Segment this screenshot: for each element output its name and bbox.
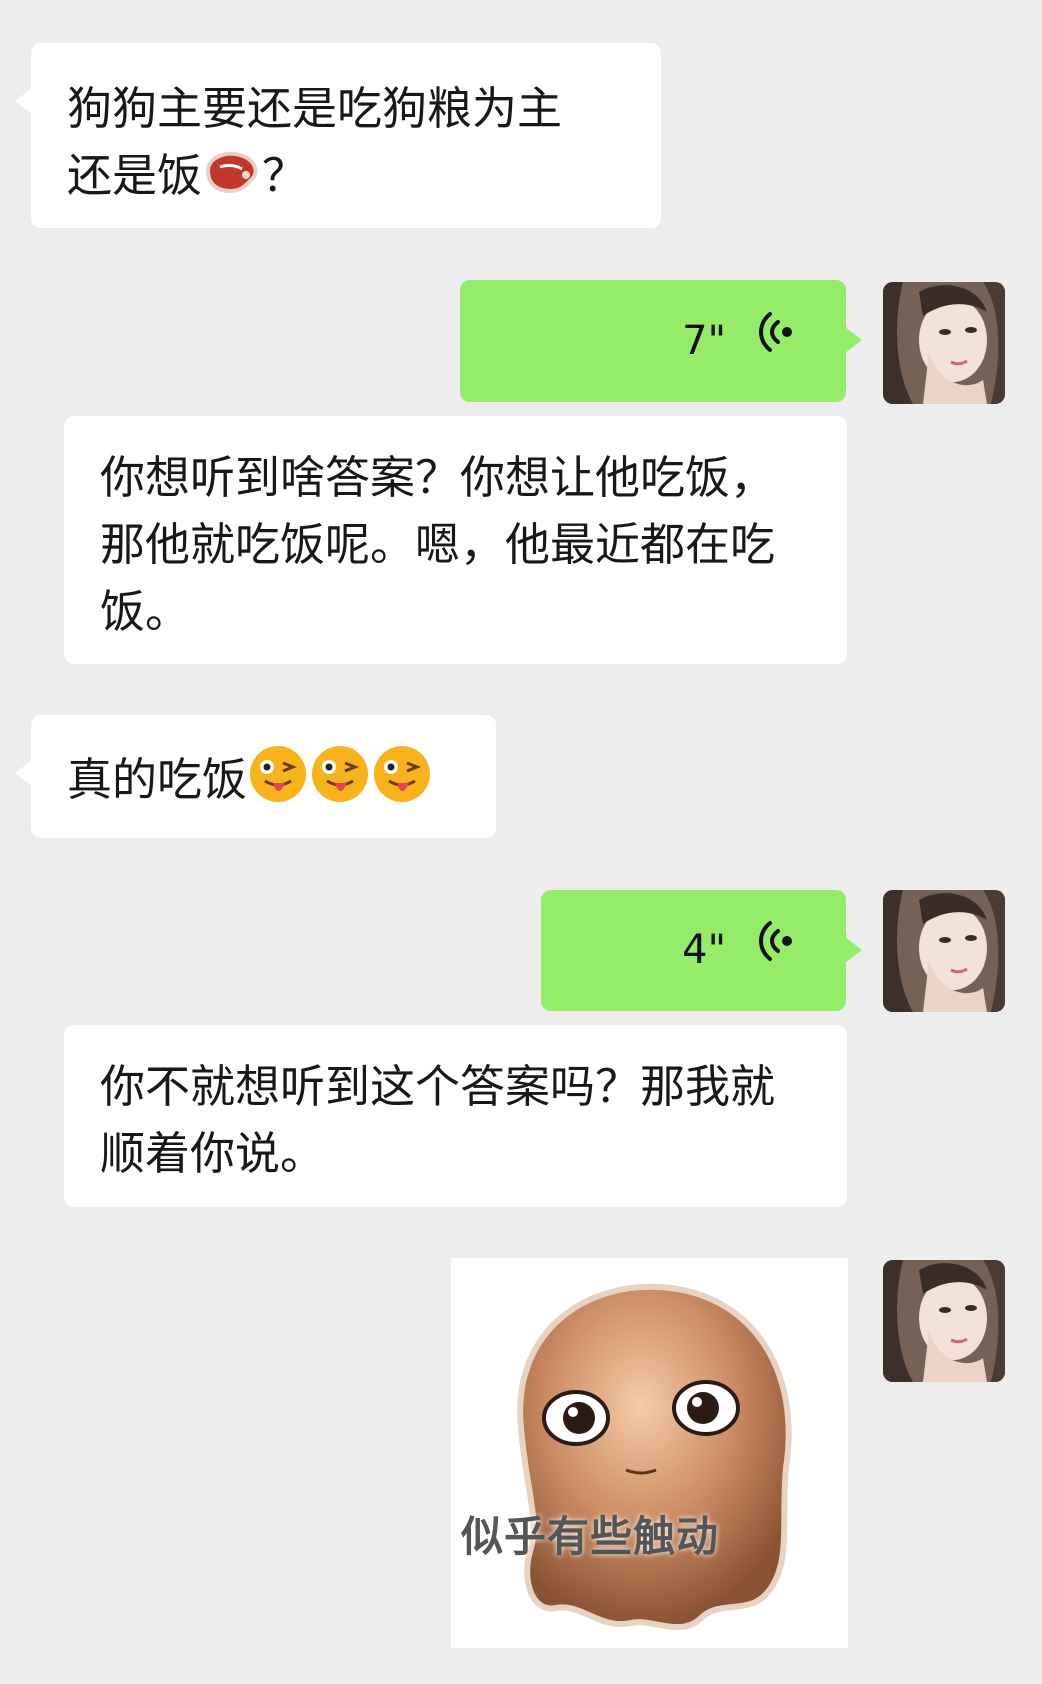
voice-duration: 4" bbox=[682, 927, 726, 973]
transcript-text: 你不就想听到这个答案吗？那我就顺着你说。 bbox=[100, 1060, 776, 1180]
message-text: ？ bbox=[262, 149, 308, 202]
winking-tongue-emoji-icon bbox=[247, 743, 433, 823]
voice-duration: 7" bbox=[682, 317, 726, 364]
transcript-text: 你想听到啥答案？你想让他吃饭，那他就吃饭呢。嗯，他最近都在吃饭。 bbox=[100, 451, 776, 638]
voice-message-bubble[interactable]: 7" bbox=[460, 280, 862, 402]
incoming-message-bubble[interactable]: 真的吃饭 bbox=[15, 715, 496, 838]
incoming-message-bubble[interactable]: 狗狗主要还是吃狗粮为主 还是饭 ？ bbox=[15, 43, 661, 228]
sticker-image[interactable]: 似乎有些触动 bbox=[451, 1258, 848, 1648]
steak-emoji-icon bbox=[202, 146, 262, 213]
voice-wave-icon bbox=[756, 917, 796, 984]
sticker-caption: 似乎有些触动 bbox=[461, 1512, 720, 1561]
message-text: 还是饭 bbox=[67, 149, 203, 202]
avatar[interactable] bbox=[883, 1260, 1005, 1382]
voice-message-bubble[interactable]: 4" bbox=[541, 890, 862, 1011]
avatar[interactable] bbox=[883, 282, 1005, 404]
message-text: 真的吃饭 bbox=[67, 753, 248, 806]
message-text: 狗狗主要还是吃狗粮为主 bbox=[67, 82, 563, 135]
avatar[interactable] bbox=[883, 890, 1005, 1012]
voice-transcript-bubble[interactable]: 你不就想听到这个答案吗？那我就顺着你说。 bbox=[64, 1025, 847, 1207]
voice-wave-icon bbox=[756, 308, 796, 375]
voice-transcript-bubble[interactable]: 你想听到啥答案？你想让他吃饭，那他就吃饭呢。嗯，他最近都在吃饭。 bbox=[64, 416, 847, 664]
